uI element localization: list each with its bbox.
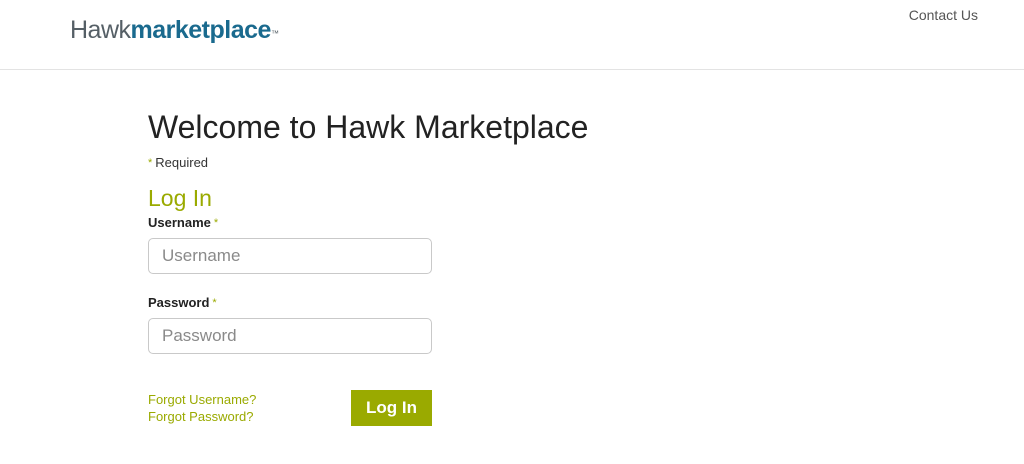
username-label: Username * — [148, 215, 748, 231]
page-title: Welcome to Hawk Marketplace — [148, 109, 589, 145]
required-marker: * — [148, 157, 153, 169]
password-required-marker: * — [212, 297, 217, 309]
logo-trademark: ™ — [270, 29, 279, 38]
login-form: Username* Password* Forgot Username? For… — [148, 215, 748, 430]
forgot-username-link[interactable]: Forgot Username? — [148, 391, 256, 408]
username-label-text: Username — [148, 215, 211, 230]
forgot-links: Forgot Username? Forgot Password? — [148, 391, 256, 425]
login-panel: Welcome to Hawk Marketplace * Required Lo… — [148, 105, 748, 430]
required-note: * Required — [148, 155, 748, 171]
password-input[interactable] — [148, 318, 432, 354]
password-label-text: Password — [148, 295, 210, 310]
site-header: Hawkmarketplace™ Contact Us — [0, 0, 1024, 70]
forgot-password-link[interactable]: Forgot Password? — [148, 408, 256, 425]
required-note-text: Required — [155, 155, 209, 170]
username-required-marker: * — [213, 217, 219, 229]
username-input[interactable] — [148, 238, 432, 274]
login-button[interactable]: Log In — [351, 390, 432, 426]
logo-bold-text: marketplace — [130, 16, 272, 44]
hawk-marketplace-logo[interactable]: Hawkmarketplace™ — [70, 14, 279, 46]
password-label: Password * — [148, 295, 748, 311]
login-heading: Log In — [148, 185, 212, 211]
form-actions: Forgot Username? Forgot Password? Log In — [148, 390, 432, 430]
contact-us-link[interactable]: Contact Us — [909, 7, 978, 23]
logo-light-text: Hawk — [70, 16, 131, 44]
